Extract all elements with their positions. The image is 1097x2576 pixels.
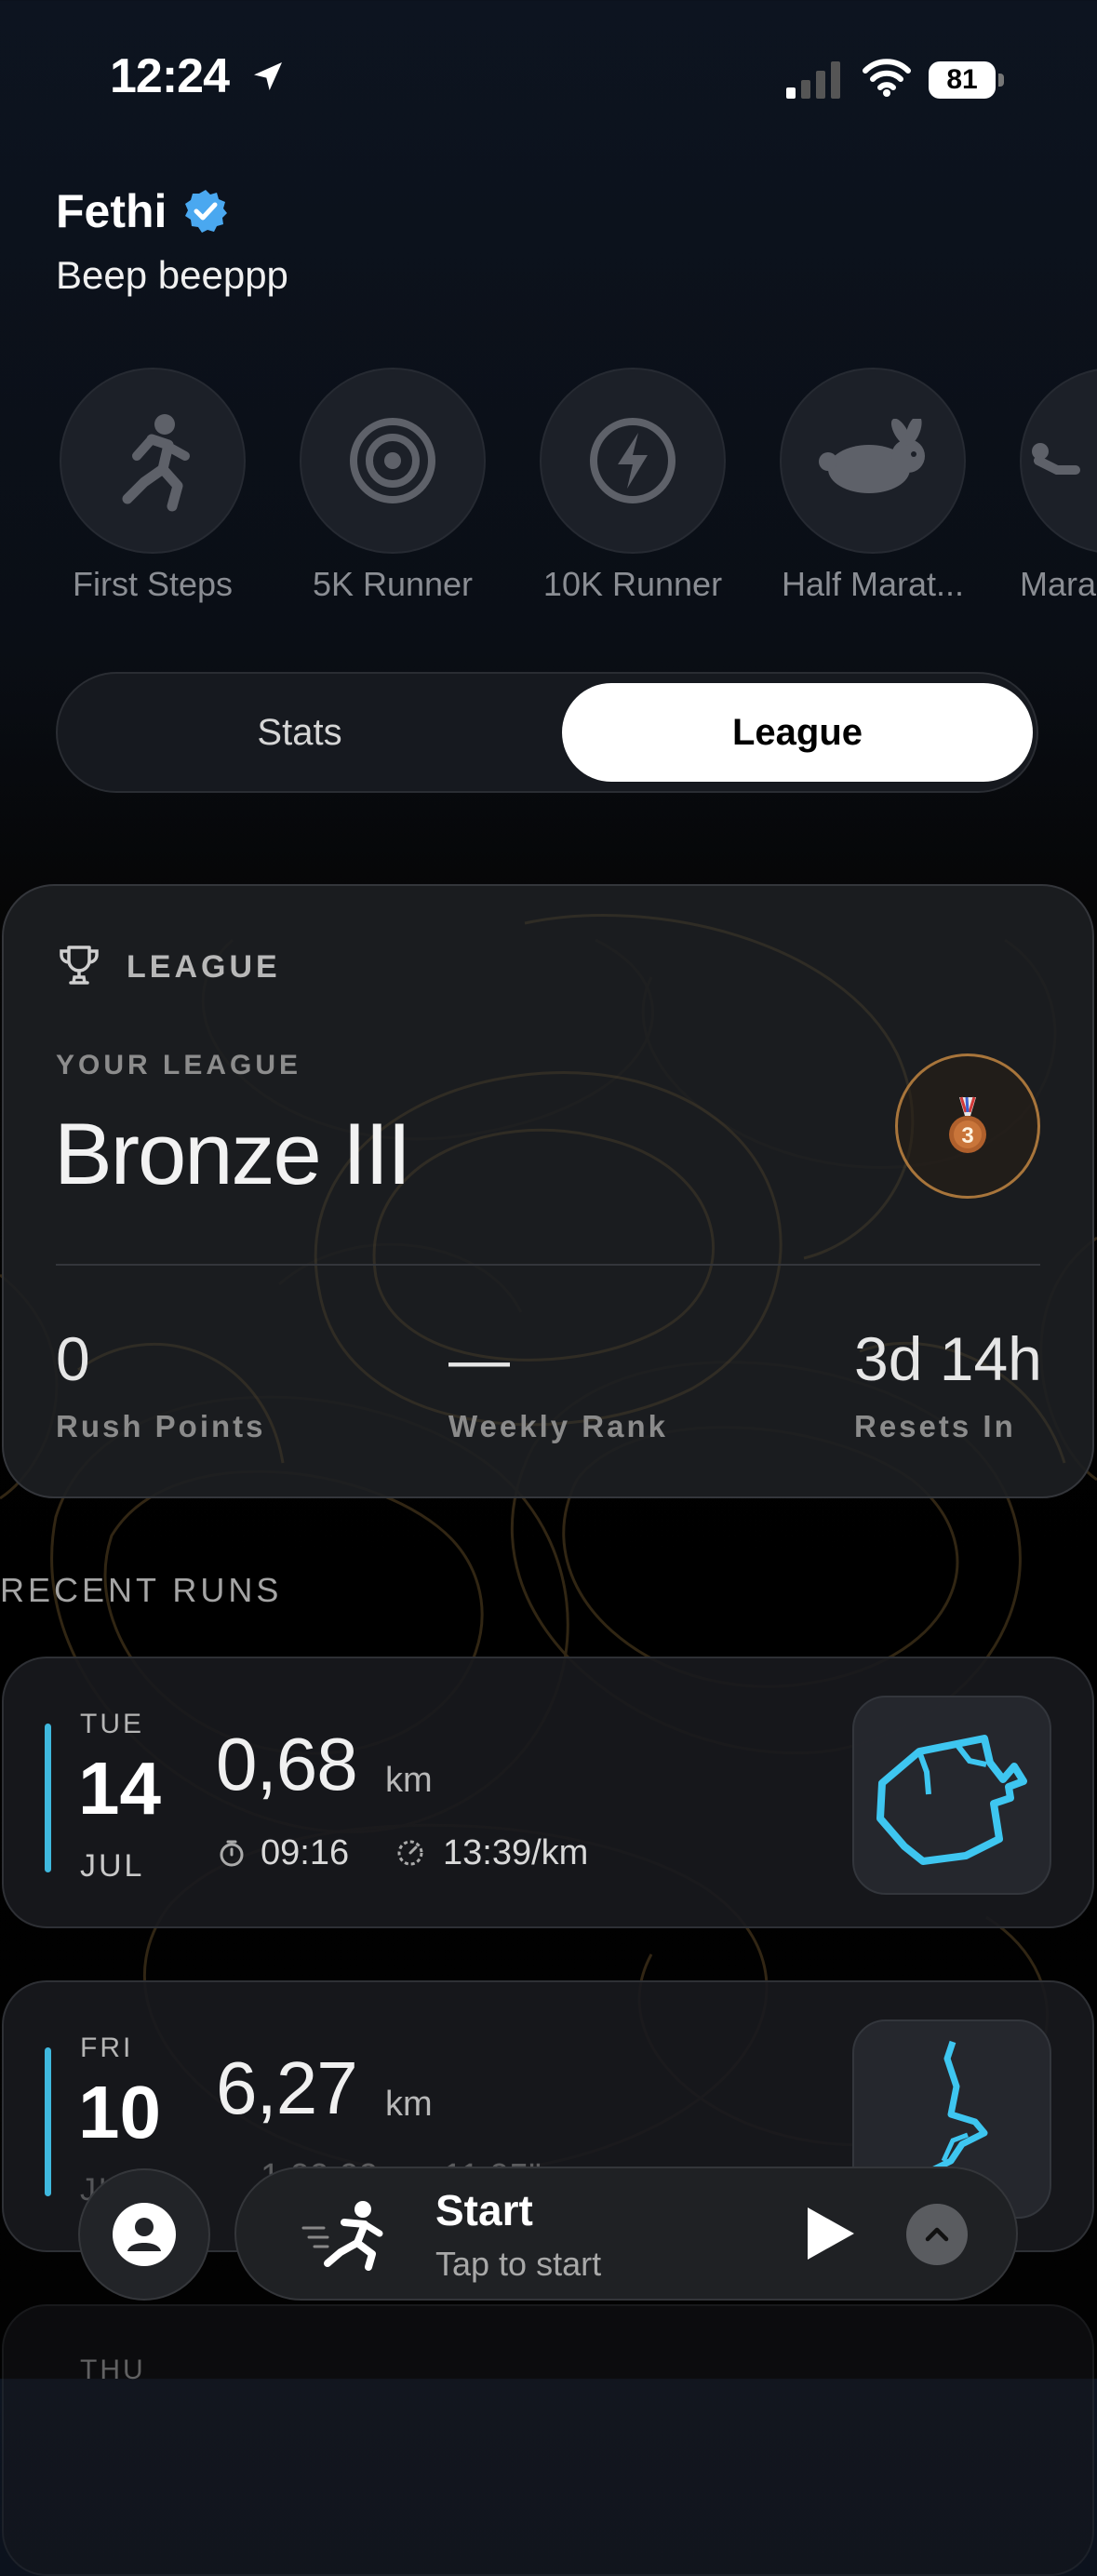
achievement-badges-row[interactable]: First Steps 5K Runner 10K Runner Half Ma… <box>0 368 1097 610</box>
profile-name: Fethi <box>56 185 167 237</box>
route-path <box>876 1735 1027 1865</box>
badge-label: First Steps <box>72 565 234 603</box>
run-distance-unit: km <box>385 1761 433 1800</box>
marathon-icon <box>1032 443 1080 475</box>
stats-league-toggle[interactable]: Stats League <box>56 672 1038 793</box>
resets-in-label: Resets In <box>854 1409 1016 1443</box>
run-weekday: THU <box>80 2355 146 2385</box>
verified-badge-icon <box>185 190 227 233</box>
run-duration: 09:16 <box>261 1833 350 1872</box>
start-subtitle: Tap to start <box>435 2245 602 2283</box>
run-day: 14 <box>78 1747 161 1830</box>
location-arrow-icon <box>254 62 282 90</box>
stopwatch-icon <box>220 1840 244 1867</box>
run-day: 10 <box>78 2071 161 2153</box>
run-accent-bar <box>45 1724 51 1872</box>
pace-gauge-icon <box>397 1840 423 1866</box>
tab-stats[interactable]: Stats <box>58 674 542 791</box>
badge-label: Half Marat... <box>781 565 965 603</box>
rush-points-value: 0 <box>56 1324 90 1393</box>
wifi-icon <box>863 59 911 97</box>
badge-label: 10K Runner <box>542 565 723 603</box>
profile-button[interactable] <box>78 2168 210 2301</box>
target-icon <box>350 418 435 503</box>
play-icon[interactable] <box>802 2204 858 2263</box>
user-icon <box>113 2203 176 2266</box>
run-distance: 6,27 <box>216 2046 358 2129</box>
run-route-map <box>852 1696 1051 1895</box>
run-distance: 0,68 <box>216 1723 358 1805</box>
run-distance-unit: km <box>385 2085 433 2124</box>
league-name: Bronze III <box>54 1105 411 1202</box>
weekly-rank-value: — <box>448 1324 510 1393</box>
badge-label: Mara <box>1020 565 1097 603</box>
your-league-label: YOUR LEAGUE <box>56 1050 302 1080</box>
battery-level: 81 <box>929 61 996 99</box>
rabbit-icon <box>819 419 925 493</box>
resets-in-value: 3d 14h <box>854 1324 1042 1393</box>
bronze-medal-icon: 3 <box>949 1096 986 1153</box>
card-divider <box>56 1264 1040 1266</box>
battery-indicator: 81 <box>929 61 1005 99</box>
run-pace: 13:39/km <box>443 1833 589 1872</box>
recent-runs-heading: RECENT RUNS <box>0 1571 283 1609</box>
league-card-title: LEAGUE <box>127 949 281 985</box>
tab-league[interactable]: League <box>562 683 1033 782</box>
chevron-up-icon <box>925 2227 949 2242</box>
medal-number: 3 <box>961 1123 973 1148</box>
battery-cap <box>998 74 1004 87</box>
badge-label: 5K Runner <box>312 565 474 603</box>
runner-icon <box>122 414 190 512</box>
profile-bio: Beep beeppp <box>56 253 288 297</box>
weekly-rank-label: Weekly Rank <box>448 1409 668 1443</box>
cellular-signal-icon <box>786 61 840 99</box>
league-medal-button[interactable]: 3 <box>895 1053 1040 1199</box>
expand-button[interactable] <box>906 2204 968 2265</box>
run-accent-bar <box>45 2047 51 2196</box>
sprinter-icon <box>301 2201 383 2271</box>
status-time: 12:24 <box>110 49 230 103</box>
start-title: Start <box>435 2186 533 2234</box>
run-weekday: TUE <box>80 1709 144 1739</box>
bolt-icon <box>590 418 676 503</box>
run-weekday: FRI <box>80 2033 134 2063</box>
run-card[interactable] <box>2 2304 1094 2576</box>
rush-points-label: Rush Points <box>56 1409 266 1443</box>
run-month: JUL <box>80 1848 145 1884</box>
trophy-icon <box>60 946 99 985</box>
